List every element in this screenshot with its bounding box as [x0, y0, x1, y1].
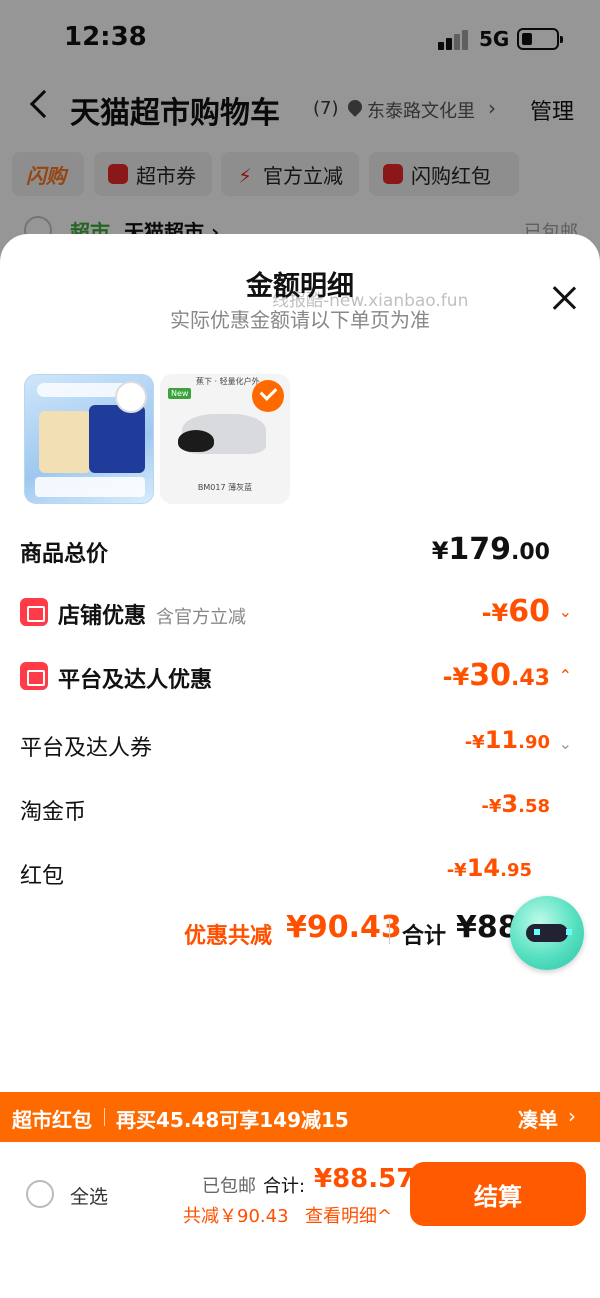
- chevron-up-icon[interactable]: ⌃: [559, 666, 572, 685]
- new-badge: New: [168, 388, 192, 399]
- row-value: -¥14.95: [446, 854, 532, 882]
- total-amount: ¥88.57: [314, 1164, 415, 1194]
- row-value: -¥30.43: [442, 658, 550, 693]
- row-store-discount[interactable]: 店铺优惠 含官方立减 -¥60 ⌄: [20, 592, 580, 636]
- chevron-down-icon[interactable]: ⌄: [559, 734, 572, 753]
- row-note: 含官方立减: [156, 607, 247, 628]
- mask-image: [178, 430, 214, 452]
- total-label: 合计: [402, 924, 447, 949]
- promo-message: 再买45.48可享149减15: [116, 1108, 349, 1132]
- row-platform-coupon[interactable]: 平台及达人券 -¥11.90 ⌄: [20, 724, 580, 768]
- assistant-robot-icon[interactable]: [510, 896, 584, 970]
- sheet-subtitle: 实际优惠金额请以下单页为准: [170, 308, 430, 332]
- shipping-status: 已包邮: [202, 1176, 256, 1197]
- package-image: [39, 411, 91, 473]
- total-amount: ¥88: [456, 910, 519, 945]
- saved-label: 优惠共减: [184, 924, 273, 949]
- row-label: 店铺优惠 含官方立减: [58, 604, 247, 629]
- row-label: 商品总价: [20, 542, 109, 567]
- row-redpacket: 红包 -¥14.95: [20, 852, 580, 896]
- check-circle-icon[interactable]: [252, 380, 284, 412]
- view-detail-link[interactable]: 查看明细^: [305, 1202, 392, 1228]
- row-taojinbi: 淘金币 -¥3.58: [20, 788, 580, 832]
- select-all-label[interactable]: 全选: [70, 1182, 108, 1209]
- total-label: 合计:: [263, 1176, 306, 1197]
- row-value: -¥3.58: [481, 790, 550, 818]
- product-thumbnail-mask[interactable]: 蕉下 · 轻量化户外 New BM017 薄灰蓝: [160, 374, 290, 504]
- divider: [389, 918, 390, 944]
- row-value: ¥179.00: [431, 532, 550, 567]
- promo-label: 超市红包: [12, 1108, 92, 1132]
- close-icon[interactable]: [550, 284, 578, 312]
- product-thumbnail-tissue[interactable]: [24, 374, 154, 504]
- checkout-bar: 全选 已包邮 合计: ¥88.57 共减￥90.43 查看明细^ 结算: [0, 1142, 600, 1298]
- saved-amount: 共减￥90.43: [183, 1206, 289, 1227]
- divider: [104, 1108, 105, 1126]
- row-total-price: 商品总价 ¥179.00: [20, 530, 580, 574]
- row-value: -¥11.90: [464, 726, 550, 754]
- supermarket-redpacket-bar[interactable]: 超市红包 再买45.48可享149减15 凑单 ›: [0, 1092, 600, 1142]
- checkout-button[interactable]: 结算: [410, 1162, 586, 1226]
- row-value: -¥60: [481, 594, 550, 629]
- package-spec: [35, 477, 145, 497]
- store-icon: [20, 598, 48, 626]
- select-all-radio[interactable]: [26, 1180, 54, 1208]
- product-model-text: BM017 薄灰蓝: [197, 483, 253, 492]
- platform-coupon-icon: [20, 662, 48, 690]
- package-image: [89, 405, 145, 473]
- row-label: 红包: [20, 864, 65, 889]
- row-label: 平台及达人券: [20, 736, 153, 761]
- chevron-down-icon[interactable]: ⌄: [559, 602, 572, 621]
- saved-amount: ¥90.43: [286, 910, 402, 945]
- row-label: 淘金币: [20, 800, 87, 825]
- row-platform-discount[interactable]: 平台及达人优惠 -¥30.43 ⌃: [20, 656, 580, 700]
- chevron-right-icon[interactable]: ›: [568, 1104, 576, 1128]
- unchecked-circle-icon[interactable]: [115, 381, 147, 413]
- product-brand-text: 蕉下 · 轻量化户外: [196, 377, 260, 386]
- row-label: 平台及达人优惠: [58, 668, 213, 693]
- add-items-button[interactable]: 凑单: [518, 1104, 558, 1133]
